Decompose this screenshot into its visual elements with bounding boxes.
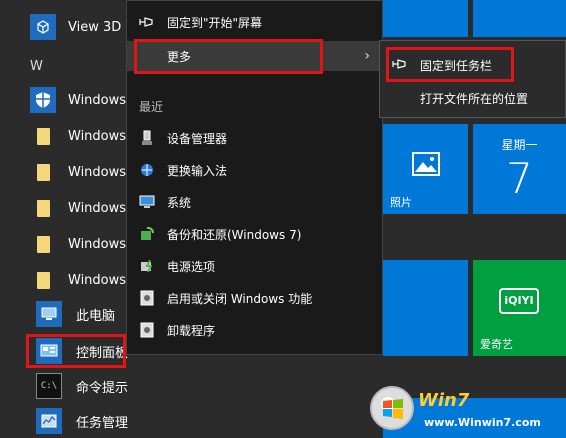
app-this-pc[interactable]: 此电脑 [0,297,128,331]
computer-icon [36,301,62,327]
tile-top-1[interactable] [383,0,468,37]
iqiyi-logo: iQIYI [499,288,539,314]
pin-icon [139,14,155,30]
watermark-brand: Win7 [418,390,470,411]
app-command-prompt[interactable]: C:\ 命令提示符 [0,369,128,403]
calendar-day: 7 [506,154,533,203]
menu-item-pin-start[interactable]: 固定到"开始"屏幕 [127,7,382,37]
folder-open-icon [30,267,56,293]
tile-calendar[interactable]: 星期一 7 [473,124,566,214]
chevron-right-icon: › [364,48,370,64]
app-label: Windows [68,236,127,252]
menu-item-change-input[interactable]: 更换输入法 [127,155,382,185]
app-windows-folder-3[interactable]: Windows [0,191,128,225]
tile-top-2[interactable] [473,0,566,37]
shield-icon [30,87,56,113]
context-menu: 固定到"开始"屏幕 更多 › 最近 设备管理器 更换输入法 系统 备份和还原(W… [126,0,383,355]
menu-item-label: 电源选项 [167,259,216,274]
app-windows-folder-1[interactable]: Windows [0,119,128,153]
letter-header[interactable]: W [30,59,43,74]
cube-icon [30,14,56,40]
input-method-icon [139,162,155,178]
app-windows-defender[interactable]: Windows [0,83,128,117]
menu-item-system[interactable]: 系统 [127,187,382,217]
tile-label: 爱奇艺 [480,338,513,351]
app-view-3d[interactable]: View 3D [0,10,128,44]
submenu-more: 固定到任务栏 打开文件所在的位置 [379,40,566,118]
menu-item-device-manager[interactable]: 设备管理器 [127,123,382,153]
menu-item-backup-restore[interactable]: 备份和还原(Windows 7) [127,219,382,249]
app-list: View 3D W Windows Windows Windows Window… [0,0,128,438]
app-label: 任务管理器 [76,415,128,431]
folder-icon [30,123,56,149]
app-windows-folder-4[interactable]: Windows [0,227,128,261]
tile-iqiyi[interactable]: iQIYI 爱奇艺 [473,260,566,356]
menu-item-label: 备份和还原(Windows 7) [167,227,302,242]
menu-item-label: 卸载程序 [167,323,216,338]
device-manager-icon [139,130,155,146]
folder-icon [30,159,56,185]
menu-item-uninstall[interactable]: 卸载程序 [127,315,382,345]
app-label: Windows [68,92,127,108]
watermark: Win7 www.Winwin7.com [366,378,566,438]
tile-store[interactable] [383,260,468,356]
recent-header: 最近 [139,100,164,114]
watermark-url: www.Winwin7.com [424,416,541,429]
menu-item-label: 更换输入法 [167,163,228,178]
folder-icon [30,195,56,221]
photo-icon [412,152,440,176]
app-windows-folder-5[interactable]: Windows [0,263,128,297]
monitor-icon [139,194,155,210]
submenu-item-label: 打开文件所在的位置 [420,91,529,106]
app-label: Windows [68,200,127,216]
menu-item-label: 启用或关闭 Windows 功能 [167,291,313,306]
app-label: 命令提示符 [76,380,128,396]
menu-item-power-options[interactable]: 电源选项 [127,251,382,281]
backup-icon [139,226,155,242]
tile-photos[interactable]: 照片 [383,124,468,214]
tile-label: 照片 [390,196,412,209]
more-highlight [134,39,323,74]
app-label: View 3D [68,19,122,35]
app-windows-folder-2[interactable]: Windows [0,155,128,189]
programs-icon [139,322,155,338]
pin-taskbar-highlight [386,47,514,82]
menu-item-label: 设备管理器 [167,131,228,146]
app-label: 此电脑 [76,308,116,324]
submenu-item-open-location[interactable]: 打开文件所在的位置 [380,83,565,113]
calendar-weekday: 星期一 [501,138,538,152]
menu-item-label: 系统 [167,195,192,210]
features-icon [139,290,155,306]
app-label: Windows [68,272,127,288]
app-task-manager[interactable]: 任务管理器 [0,404,128,438]
menu-item-windows-features[interactable]: 启用或关闭 Windows 功能 [127,283,382,313]
windows-logo-icon [370,386,414,430]
app-label: Windows [68,128,127,144]
terminal-icon: C:\ [36,373,62,399]
control-panel-highlight [26,334,126,368]
folder-icon [30,231,56,257]
task-manager-icon [36,408,62,434]
app-label: Windows [68,164,127,180]
menu-item-label: 固定到"开始"屏幕 [167,15,263,30]
power-icon [139,258,155,274]
